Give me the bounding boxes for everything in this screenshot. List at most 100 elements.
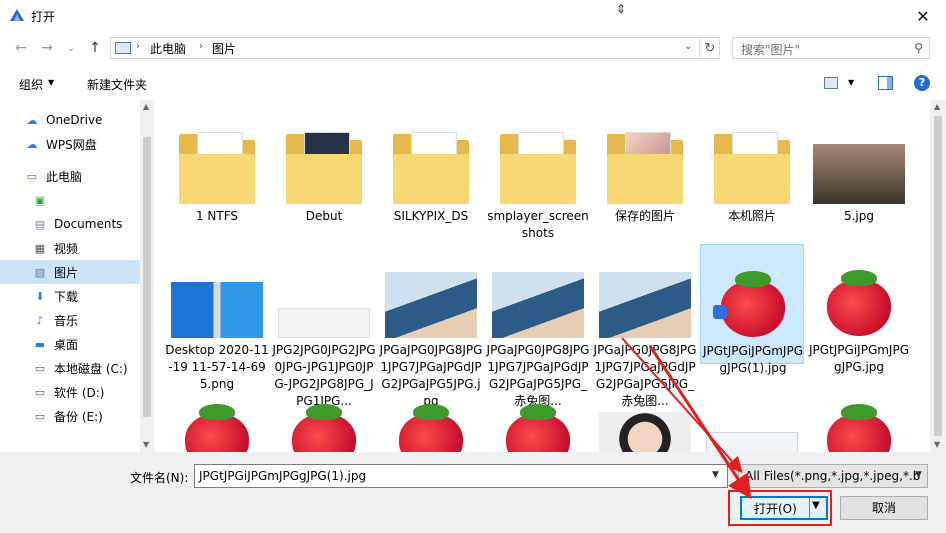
- scroll-up-icon[interactable]: ▲: [934, 102, 940, 111]
- file-tile[interactable]: Desktop 2020-11-19 11-57-14-695.png: [165, 244, 269, 391]
- forward-button[interactable]: →: [36, 38, 58, 58]
- recent-locations-button[interactable]: ⌄: [60, 38, 82, 58]
- scroll-down-icon[interactable]: ▼: [934, 440, 940, 449]
- sidebar-item-1[interactable]: ☁ WPS网盘: [0, 132, 140, 156]
- search-icon: ⚲: [914, 41, 923, 55]
- help-icon[interactable]: ?: [914, 75, 930, 91]
- file-tile[interactable]: [165, 378, 269, 452]
- sidebar-item-label: OneDrive: [46, 113, 103, 127]
- cancel-button[interactable]: 取消: [840, 496, 928, 520]
- strawberry-thumbnail: [282, 400, 366, 452]
- file-tile[interactable]: [272, 378, 376, 452]
- close-button[interactable]: ✕: [900, 0, 946, 32]
- folder-icon: [500, 132, 576, 204]
- badge-icon: [713, 305, 727, 319]
- sidebar-item-11[interactable]: ▭ 软件 (D:): [0, 380, 140, 404]
- address-dropdown-icon[interactable]: ⌄: [684, 41, 692, 52]
- file-tile[interactable]: JPGaJPG0JPG8JPG1JPG7JPGaJPGdJPG2JPGaJPG5…: [379, 244, 483, 408]
- file-name: 5.jpg: [843, 209, 875, 223]
- pictures-icon: ▧: [34, 265, 46, 279]
- up-button[interactable]: ↑: [84, 38, 106, 58]
- sidebar-item-4[interactable]: ▤ Documents: [0, 212, 140, 236]
- sidebar-item-label: 软件 (D:): [54, 385, 105, 400]
- sidebar-item-12[interactable]: ▭ 备份 (E:): [0, 404, 140, 428]
- sidebar-item-10[interactable]: ▭ 本地磁盘 (C:): [0, 356, 140, 380]
- file-tile[interactable]: 1 NTFS: [165, 110, 269, 230]
- sidebar-item-3[interactable]: ▣: [0, 188, 140, 212]
- sidebar-item-8[interactable]: ♪ 音乐: [0, 308, 140, 332]
- strawberry-thumbnail: [389, 400, 473, 452]
- file-tile[interactable]: 5.jpg: [807, 110, 911, 230]
- boy-thumbnail: [385, 272, 477, 338]
- file-name: SILKYPIX_DS: [393, 209, 469, 223]
- breadcrumb-pictures[interactable]: 图片: [212, 40, 236, 57]
- folder-icon: [179, 132, 255, 204]
- filename-input[interactable]: JPGtJPGiJPGmJPGgJPG(1).jpg: [194, 464, 728, 488]
- sidebar-item-0[interactable]: ☁ OneDrive: [0, 108, 140, 132]
- title-bar: 打开 ✕: [0, 0, 946, 32]
- sidebar-item-label: 备份 (E:): [54, 409, 103, 424]
- open-button-label[interactable]: 打开(O): [754, 500, 797, 517]
- drive-icon: ▭: [34, 361, 46, 375]
- music-icon: ♪: [36, 313, 44, 327]
- app-icon: ▣: [34, 193, 46, 207]
- scroll-down-icon[interactable]: ▼: [143, 440, 149, 449]
- scroll-up-icon[interactable]: ▲: [143, 102, 149, 111]
- file-type-dropdown-icon[interactable]: ▼: [915, 470, 922, 480]
- file-tile[interactable]: smplayer_screenshots: [486, 110, 590, 240]
- file-tile[interactable]: JPGaJPG0JPG8JPG1JPG7JPGaJPGdJPG2JPGaJPG5…: [486, 244, 590, 408]
- file-grid: 1 NTFS Debut SILKYPIX_DS smplayer_screensho…: [155, 100, 930, 452]
- filename-label: 文件名(N):: [130, 471, 189, 485]
- organize-button[interactable]: 组织: [19, 76, 43, 93]
- sidebar-item-label: 图片: [54, 265, 79, 280]
- file-tile[interactable]: [379, 378, 483, 452]
- sidebar-item-7[interactable]: ⬇ 下载: [0, 284, 140, 308]
- file-tile[interactable]: JPG2JPG0JPG2JPG0JPG-JPG1JPG0JPG-JPG2JPG8…: [272, 244, 376, 408]
- app-logo-icon: [10, 9, 24, 21]
- file-tile[interactable]: JPGaJPG0JPG8JPG1JPG7JPGaJPGdJPG2JPGaJPG5…: [593, 244, 697, 408]
- sidebar-item-label: 下载: [54, 289, 79, 304]
- new-folder-button[interactable]: 新建文件夹: [87, 76, 147, 93]
- view-dropdown-icon[interactable]: ▼: [848, 78, 854, 87]
- sidebar-item-label: 桌面: [54, 337, 79, 352]
- file-name: 1 NTFS: [195, 209, 239, 223]
- file-name: smplayer_screenshots: [487, 209, 589, 240]
- file-name: JPGtJPGiJPGmJPGgJPG.jpg: [808, 343, 910, 374]
- pictures-folder-icon: [115, 42, 131, 54]
- file-tile[interactable]: JPGtJPGiJPGmJPGgJPG.jpg: [807, 244, 911, 374]
- file-tile[interactable]: [807, 378, 911, 452]
- girl-thumbnail: [599, 412, 691, 452]
- file-tile[interactable]: 本机照片: [700, 110, 804, 230]
- preview-pane-icon[interactable]: [878, 76, 893, 90]
- sidebar-item-9[interactable]: ▬ 桌面: [0, 332, 140, 356]
- boy-thumbnail: [492, 272, 584, 338]
- filename-dropdown-icon[interactable]: ▼: [712, 470, 719, 480]
- search-input[interactable]: 搜索"图片" ⚲: [732, 37, 930, 59]
- file-tile[interactable]: [486, 378, 590, 452]
- strawberry-thumbnail: [817, 400, 901, 452]
- file-tile[interactable]: SILKYPIX_DS: [379, 110, 483, 230]
- window-title: 打开: [31, 10, 56, 24]
- folder-icon: [286, 132, 362, 204]
- computer-icon: ▭: [26, 169, 38, 183]
- file-tile[interactable]: JPGtJPGiJPGmJPGgJPG(1).jpg: [700, 244, 804, 375]
- file-name: 本机照片: [727, 209, 776, 223]
- file-tile[interactable]: 保存的图片: [593, 110, 697, 230]
- view-options-icon[interactable]: [824, 77, 838, 89]
- mouse-cursor-icon: ⇕: [616, 2, 627, 16]
- refresh-button[interactable]: ↻: [699, 37, 720, 59]
- file-tile[interactable]: [700, 378, 804, 452]
- sidebar-item-6[interactable]: ▧ 图片: [0, 260, 140, 284]
- file-type-select[interactable]: All Files(*.png,*.jpg,*.jpeg,*.b: [738, 464, 928, 488]
- sidebar-scroll-thumb[interactable]: [143, 137, 151, 417]
- back-button[interactable]: ←: [10, 38, 32, 58]
- organize-dropdown-icon[interactable]: ▼: [48, 78, 54, 87]
- file-tile[interactable]: [593, 378, 697, 452]
- open-dropdown-icon[interactable]: ▼: [812, 500, 820, 511]
- sidebar-item-5[interactable]: ▦ 视频: [0, 236, 140, 260]
- search-placeholder: 搜索"图片": [741, 43, 801, 57]
- file-tile[interactable]: Debut: [272, 110, 376, 230]
- sidebar-item-2[interactable]: ▭ 此电脑: [0, 164, 140, 188]
- file-grid-scroll-thumb[interactable]: [934, 116, 942, 436]
- breadcrumb-this-pc[interactable]: 此电脑: [150, 40, 186, 57]
